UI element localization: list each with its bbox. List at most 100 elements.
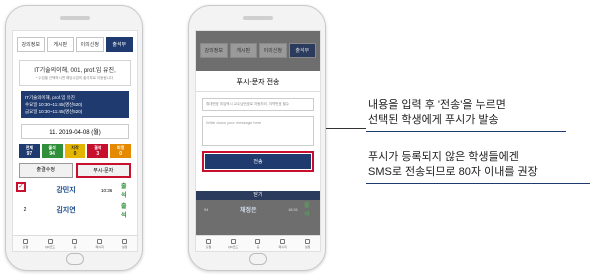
tab-attendance[interactable]: 출석부 bbox=[105, 37, 133, 52]
course-selector[interactable]: IT기술의이해, 001, prof.임 유진, * 수업을 선택하시면 해당수… bbox=[19, 60, 131, 86]
nav-label: 설정 bbox=[121, 244, 128, 249]
attendance-icon bbox=[22, 238, 28, 244]
annotation-line: 푸시가 등록되지 않은 학생들에겐 bbox=[368, 151, 519, 163]
settings-icon bbox=[305, 238, 311, 244]
check-time: 10:36 bbox=[101, 187, 113, 193]
nav-label: 메시지 bbox=[278, 244, 287, 249]
nav-message[interactable]: 메시지 bbox=[87, 236, 112, 251]
attendance-icon bbox=[205, 238, 211, 244]
list-item[interactable]: 1 강민지 10:36 출석 bbox=[19, 182, 131, 199]
annotation-line: 내용을 입력 후 '전송'을 누르면 bbox=[368, 99, 506, 111]
message-textarea[interactable]: Write down your message here bbox=[202, 116, 314, 146]
student-name: 강민지 bbox=[56, 187, 76, 194]
nav-qr[interactable]: QR코드 bbox=[221, 236, 246, 251]
stat-value: 0 bbox=[73, 151, 77, 157]
list-item: 94 채정은 18:31 출석 bbox=[196, 200, 320, 218]
tab-bar: 강의정보 게시판 이의신청 출석부 bbox=[196, 31, 320, 62]
nav-label: 출결 bbox=[205, 244, 212, 249]
date-selector[interactable]: 11. 2019-04-08 (월) bbox=[21, 124, 129, 139]
speaker bbox=[243, 16, 273, 20]
settings-icon bbox=[122, 238, 128, 244]
tab-course-info[interactable]: 강의정보 bbox=[17, 37, 45, 52]
message-icon bbox=[280, 238, 286, 244]
student-checkbox[interactable]: ✓ bbox=[16, 182, 26, 192]
course-note: * 수업을 선택하시면 해당수업의 출석부로 이동됩니다. bbox=[35, 76, 115, 80]
tab-course-info: 강의정보 bbox=[200, 43, 228, 58]
message-icon bbox=[97, 238, 103, 244]
nav-label: 홈 bbox=[256, 244, 260, 249]
annotation-send: 내용을 입력 후 '전송'을 누르면 선택된 학생에게 푸시가 발송 bbox=[368, 98, 598, 128]
annotation-sms: 푸시가 등록되지 않은 학생들에겐 SMS로 전송되므로 80자 이내를 권장 bbox=[368, 150, 598, 180]
left-phone: 강의정보 게시판 이의신청 출석부 IT기술의이해, 001, prof.임 유… bbox=[5, 5, 143, 271]
push-sms-modal: 푸시-문자 전송 휴대번호 미입력시 교수님번호로 자동처리, 지역번호 필수 … bbox=[196, 71, 320, 191]
attendance-status: 출석 bbox=[304, 203, 310, 218]
nav-attendance[interactable]: 출결 bbox=[196, 236, 221, 251]
right-phone: 강의정보 게시판 이의신청 출석부 푸시-문자 전송 휴대번호 미입력시 교수님… bbox=[188, 5, 326, 271]
tab-appeal: 이의신청 bbox=[259, 43, 287, 58]
stat-present: 출석 94 bbox=[41, 144, 63, 158]
send-button[interactable]: 전송 bbox=[205, 154, 311, 169]
list-item[interactable]: 2 김지연 출석 bbox=[19, 202, 131, 219]
student-number: 2 bbox=[23, 207, 27, 213]
edit-attendance-button[interactable]: 출결수정 bbox=[19, 163, 73, 178]
attendance-status: 출석 bbox=[121, 204, 127, 219]
dimmed-header: 강의정보 게시판 이의신청 출석부 bbox=[196, 31, 320, 71]
send-highlight: 전송 bbox=[202, 151, 314, 172]
pointer-line bbox=[326, 128, 366, 129]
qr-icon bbox=[47, 238, 53, 244]
phone-number-field[interactable]: 휴대번호 미입력시 교수님번호로 자동처리, 지역번호 필수 bbox=[202, 98, 314, 111]
annotation-underline bbox=[366, 131, 566, 132]
qr-icon bbox=[230, 238, 236, 244]
stat-total: 전체 97 bbox=[19, 144, 40, 158]
action-bar: 출결수정 푸시-문자 bbox=[19, 163, 131, 178]
nav-label: QR코드 bbox=[228, 244, 239, 249]
push-sms-button[interactable]: 푸시-문자 bbox=[75, 163, 131, 178]
home-icon bbox=[72, 238, 78, 244]
stat-value: 3 bbox=[96, 151, 100, 157]
nav-settings[interactable]: 설정 bbox=[295, 236, 320, 251]
tab-bar: 강의정보 게시판 이의신청 출석부 bbox=[13, 31, 137, 56]
modal-title: 푸시-문자 전송 bbox=[196, 71, 320, 92]
check-time: 18:31 bbox=[288, 206, 299, 212]
speaker bbox=[60, 16, 90, 20]
nav-qr[interactable]: QR코드 bbox=[38, 236, 63, 251]
home-icon bbox=[255, 238, 261, 244]
tab-board: 게시판 bbox=[229, 43, 257, 58]
course-title: IT기술의이해, 001, prof.임 유진, bbox=[34, 68, 116, 74]
nav-home[interactable]: 홈 bbox=[246, 236, 271, 251]
tab-appeal[interactable]: 이의신청 bbox=[76, 37, 104, 52]
stat-value: 94 bbox=[49, 151, 55, 157]
home-button[interactable] bbox=[249, 253, 267, 265]
student-name: 김지연 bbox=[56, 207, 76, 214]
schedule-line: 금요일 10:30~11:45(명신520) bbox=[25, 109, 83, 114]
stat-value: 0 bbox=[119, 151, 122, 157]
push-sms-screen: 강의정보 게시판 이의신청 출석부 푸시-문자 전송 휴대번호 미입력시 교수님… bbox=[195, 30, 321, 252]
stat-undecided: 미정 0 bbox=[110, 144, 131, 158]
nav-home[interactable]: 홈 bbox=[63, 236, 88, 251]
tab-board[interactable]: 게시판 bbox=[46, 37, 74, 52]
attendance-stats: 전체 97 출석 94 지각 0 결석 3 미정 0 bbox=[19, 144, 131, 158]
nav-label: QR코드 bbox=[45, 244, 56, 249]
nav-label: 설정 bbox=[304, 244, 311, 249]
student-name: 채정은 bbox=[239, 207, 257, 214]
home-button[interactable] bbox=[66, 253, 84, 265]
nav-message[interactable]: 메시지 bbox=[270, 236, 295, 251]
nav-label: 홈 bbox=[73, 244, 77, 249]
tab-attendance: 출석부 bbox=[288, 43, 316, 58]
bottom-nav: 출결 QR코드 홈 메시지 설정 bbox=[196, 235, 320, 251]
stat-late: 지각 0 bbox=[64, 144, 86, 158]
schedule-box: IT기술의이해, prof.임 유진 수요일 10:30~11:45(명신520… bbox=[21, 91, 129, 118]
nav-label: 출결 bbox=[22, 244, 29, 249]
attendance-screen: 강의정보 게시판 이의신청 출석부 IT기술의이해, 001, prof.임 유… bbox=[12, 30, 138, 252]
stat-absent: 결석 3 bbox=[87, 144, 109, 158]
nav-settings[interactable]: 설정 bbox=[112, 236, 137, 251]
stat-value: 97 bbox=[26, 151, 33, 157]
annotation-line: 선택된 학생에게 푸시가 발송 bbox=[368, 114, 499, 126]
schedule-line: 수요일 10:30~11:45(명신520) bbox=[25, 102, 83, 107]
bottom-nav: 출결 QR코드 홈 메시지 설정 bbox=[13, 235, 137, 251]
annotation-underline bbox=[366, 183, 590, 184]
nav-attendance[interactable]: 출결 bbox=[13, 236, 38, 251]
dimmed-student-list: 94 채정은 18:31 출석 bbox=[196, 200, 320, 237]
close-button[interactable]: 닫기 bbox=[196, 191, 320, 200]
nav-label: 메시지 bbox=[95, 244, 104, 249]
